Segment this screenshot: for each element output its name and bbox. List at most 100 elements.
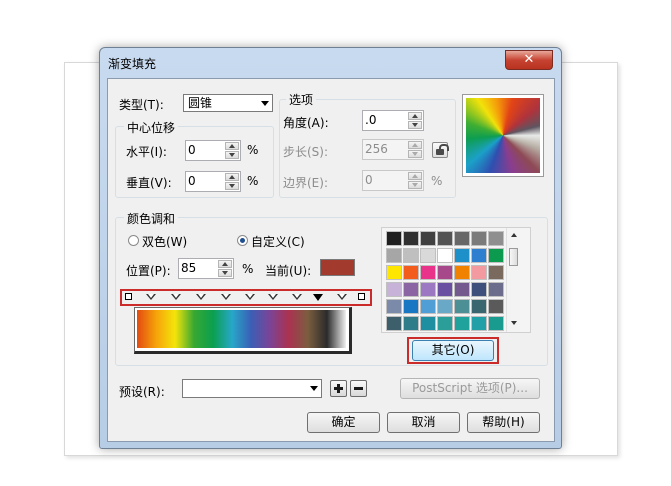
spin-down-icon[interactable] [225,182,239,190]
position-stepper[interactable] [178,258,234,279]
horizontal-stepper[interactable] [185,140,241,161]
steps-stepper[interactable] [362,139,424,160]
palette-swatch[interactable] [437,299,453,314]
palette-swatch[interactable] [420,248,436,263]
palette-swatch[interactable] [420,299,436,314]
custom-label[interactable]: 自定义(C) [251,233,305,250]
palette-swatch[interactable] [471,248,487,263]
help-button[interactable]: 帮助(H) [467,412,540,433]
palette-swatch[interactable] [403,265,419,280]
palette-swatch[interactable] [420,282,436,297]
palette-swatch[interactable] [420,316,436,331]
marker-triangle-icon[interactable] [171,294,181,300]
palette-swatch[interactable] [471,265,487,280]
spin-up-icon[interactable] [225,142,239,150]
palette-swatch[interactable] [437,248,453,263]
angle-input[interactable] [365,113,395,127]
two-color-label[interactable]: 双色(W) [142,233,187,250]
postscript-options-button[interactable]: PostScript 选项(P)... [400,378,540,399]
marker-triangle-icon[interactable] [196,294,206,300]
custom-radio[interactable] [237,235,248,246]
spin-up-icon[interactable] [408,112,422,120]
marker-end[interactable] [358,293,365,300]
position-input[interactable] [181,261,211,275]
marker-triangle-icon[interactable] [146,294,156,300]
spin-down-icon[interactable] [225,151,239,159]
angle-stepper[interactable] [362,110,424,131]
marker-selected-triangle-icon[interactable] [313,294,323,301]
edge-input[interactable] [365,173,395,187]
palette-swatch[interactable] [454,248,470,263]
dialog-body: 类型(T): 圆锥 中心位移 水平(I): % 垂直(V): % 选项 角度(A… [107,78,555,442]
palette-swatch[interactable] [386,299,402,314]
palette-swatch[interactable] [386,231,402,246]
marker-triangle-icon[interactable] [221,294,231,300]
palette-swatch[interactable] [403,248,419,263]
palette-swatch[interactable] [488,316,504,331]
palette-swatch[interactable] [454,299,470,314]
palette-swatch[interactable] [488,265,504,280]
palette-swatch[interactable] [454,316,470,331]
marker-triangle-icon[interactable] [245,294,255,300]
current-color-swatch[interactable] [320,259,355,276]
palette-swatch[interactable] [454,265,470,280]
palette-swatch[interactable] [454,231,470,246]
palette-swatch[interactable] [437,282,453,297]
palette-swatch[interactable] [403,231,419,246]
palette-swatch[interactable] [403,299,419,314]
spin-up-icon[interactable] [408,141,422,149]
palette-swatch[interactable] [471,299,487,314]
marker-triangle-icon[interactable] [268,294,278,300]
spin-up-icon[interactable] [408,172,422,180]
spin-down-icon[interactable] [408,150,422,158]
palette-swatch[interactable] [420,265,436,280]
spin-down-icon[interactable] [218,269,232,277]
palette-swatch[interactable] [454,282,470,297]
palette-swatch[interactable] [488,282,504,297]
cancel-button[interactable]: 取消 [387,412,460,433]
palette-swatch[interactable] [437,265,453,280]
vertical-input[interactable] [188,174,218,188]
preset-select[interactable] [182,379,322,398]
steps-input[interactable] [365,142,395,156]
palette-swatch[interactable] [386,248,402,263]
palette-swatch[interactable] [386,265,402,280]
type-select[interactable]: 圆锥 [183,94,273,112]
lock-icon[interactable] [432,142,449,158]
palette-swatch[interactable] [386,282,402,297]
two-color-radio[interactable] [128,235,139,246]
spin-down-icon[interactable] [408,181,422,189]
marker-triangle-icon[interactable] [337,294,347,300]
palette-swatch[interactable] [386,316,402,331]
palette-swatch[interactable] [471,282,487,297]
marker-triangle-icon[interactable] [292,294,302,300]
close-button[interactable]: ✕ [505,50,553,70]
vertical-stepper[interactable] [185,171,241,192]
palette-swatch[interactable] [471,231,487,246]
spin-up-icon[interactable] [218,260,232,268]
remove-preset-icon[interactable] [350,380,367,397]
palette-swatch[interactable] [471,316,487,331]
horizontal-input[interactable] [188,143,218,157]
spin-down-icon[interactable] [408,121,422,129]
palette-scrollbar[interactable] [506,228,520,332]
add-preset-icon[interactable] [330,380,347,397]
edge-stepper[interactable] [362,170,424,191]
scroll-thumb[interactable] [509,248,518,266]
palette-swatch[interactable] [437,231,453,246]
spin-up-icon[interactable] [225,173,239,181]
palette-swatch[interactable] [488,299,504,314]
scroll-up-icon[interactable] [511,233,517,237]
gradient-bar[interactable] [137,310,346,348]
ok-button[interactable]: 确定 [307,412,380,433]
palette-swatch[interactable] [403,316,419,331]
palette-swatch[interactable] [403,282,419,297]
other-colors-button[interactable]: 其它(O) [412,340,494,361]
title-bar[interactable]: 渐变填充 ✕ [100,48,561,76]
palette-swatch[interactable] [488,248,504,263]
palette-swatch[interactable] [437,316,453,331]
scroll-down-icon[interactable] [511,321,517,325]
marker-start[interactable] [125,293,132,300]
palette-swatch[interactable] [420,231,436,246]
palette-swatch[interactable] [488,231,504,246]
